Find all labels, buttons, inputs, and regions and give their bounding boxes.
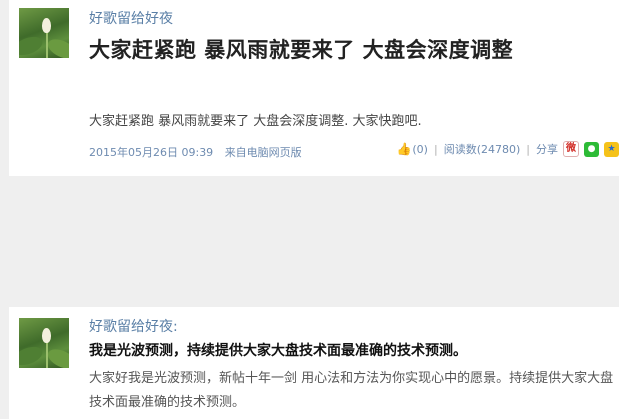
weibo-icon[interactable]: 微 <box>563 141 579 157</box>
divider: | <box>526 142 530 156</box>
post-title[interactable]: 大家赶紧跑 暴风雨就要来了 大盘会深度调整 <box>89 34 513 64</box>
author-name[interactable]: 好歌留给好夜: <box>89 316 178 336</box>
post-card: 好歌留给好夜: 我是光波预测，持续提供大家大盘技术面最准确的技术预测。 大家好我… <box>9 307 619 419</box>
avatar[interactable] <box>19 8 69 58</box>
avatar[interactable] <box>19 318 69 368</box>
post-body: 大家好我是光波预测，新帖十年一剑 用心法和方法为你实现心中的愿景。持续提供大家大… <box>89 371 614 410</box>
share-label: 分享 <box>536 143 558 156</box>
thumbs-up-icon[interactable]: 👍 <box>396 142 411 156</box>
post-body: 大家赶紧跑 暴风雨就要来了 大盘会深度调整. 大家快跑吧. <box>89 114 422 129</box>
post-meta: 2015年05月26日 09:39 来自电脑网页版 <box>89 144 310 160</box>
qzone-icon[interactable]: ★ <box>604 141 619 157</box>
post-date: 2015年05月26日 09:39 <box>89 146 214 159</box>
post-title[interactable]: 我是光波预测，持续提供大家大盘技术面最准确的技术预测。 <box>89 340 467 360</box>
read-count: 阅读数(24780) <box>443 143 521 156</box>
author-name[interactable]: 好歌留给好夜 <box>89 8 173 28</box>
post-source: 来自电脑网页版 <box>224 146 302 159</box>
wechat-icon[interactable]: ● <box>584 141 599 157</box>
like-count[interactable]: (0) <box>412 143 428 156</box>
divider: | <box>433 142 438 156</box>
post-card: 好歌留给好夜 大家赶紧跑 暴风雨就要来了 大盘会深度调整 大家赶紧跑 暴风雨就要… <box>9 0 619 176</box>
post-actions: 👍 (0) | 阅读数(24780) | 分享 微 ● ★ <box>396 141 619 157</box>
